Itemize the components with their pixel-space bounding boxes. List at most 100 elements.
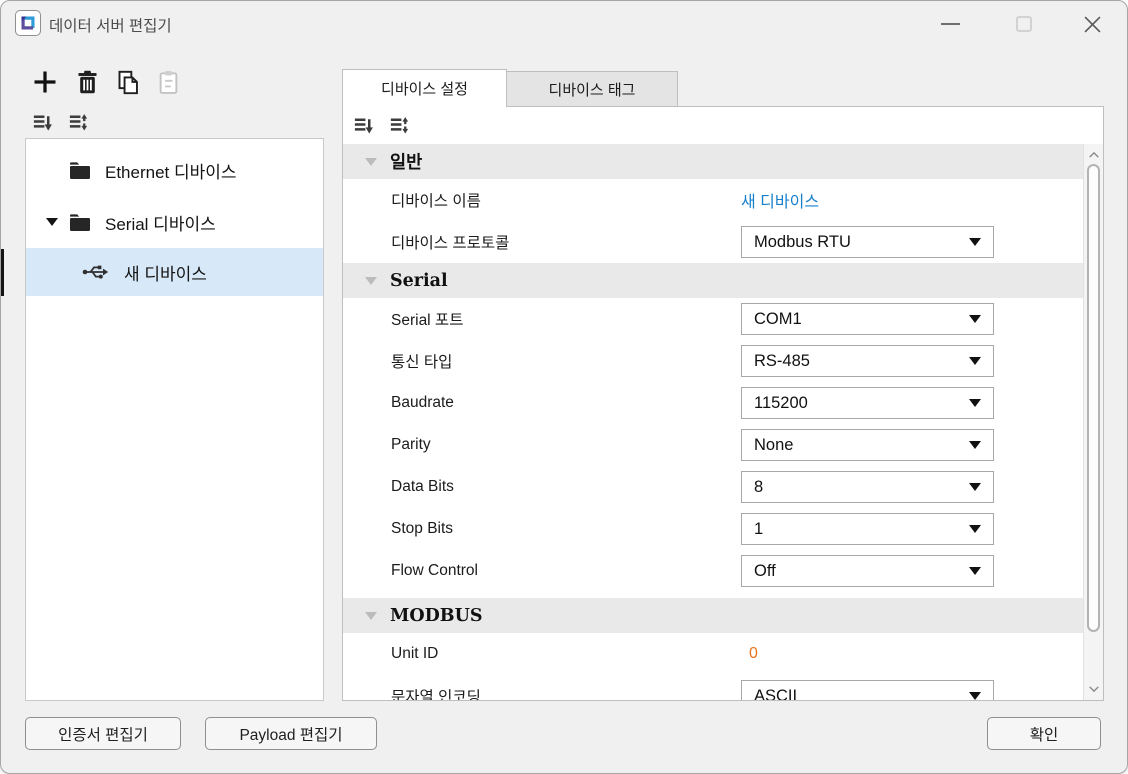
chevron-down-icon	[969, 238, 981, 246]
titlebar[interactable]: 데이터 서버 편집기	[1, 1, 1127, 46]
folder-icon	[69, 161, 91, 180]
chevron-down-icon	[969, 357, 981, 365]
tree-sort-bar	[25, 105, 324, 138]
chevron-down-icon	[969, 315, 981, 323]
copy-icon[interactable]	[113, 67, 143, 97]
payload-editor-button[interactable]: Payload 편집기	[205, 717, 377, 750]
sort-descending-icon[interactable]	[31, 111, 54, 139]
expand-caret-icon[interactable]	[46, 218, 58, 226]
button-label: 인증서 편집기	[58, 723, 148, 745]
section-serial[interactable]: Serial	[343, 263, 1083, 298]
chevron-down-icon	[969, 441, 981, 449]
dropdown-value: 8	[754, 478, 763, 497]
collapse-caret-icon	[365, 277, 377, 285]
tree-item-ethernet-devices[interactable]: Ethernet 디바이스	[26, 144, 323, 196]
device-protocol-dropdown[interactable]: Modbus RTU	[741, 226, 994, 258]
collapse-caret-icon	[365, 612, 377, 620]
chevron-down-icon	[969, 483, 981, 491]
sort-updown-icon[interactable]	[67, 111, 90, 139]
ok-button[interactable]: 확인	[987, 717, 1101, 750]
row-parity: Parity None	[343, 424, 1083, 466]
prop-label: Parity	[391, 436, 431, 454]
dropdown-value: Modbus RTU	[754, 233, 851, 252]
add-icon[interactable]	[30, 67, 60, 97]
flow-control-dropdown[interactable]: Off	[741, 555, 994, 587]
tree-item-label: Ethernet 디바이스	[105, 158, 237, 183]
vertical-scrollbar	[1083, 144, 1103, 700]
stop-bits-dropdown[interactable]: 1	[741, 513, 994, 545]
sort-descending-icon[interactable]	[352, 114, 375, 142]
usb-icon	[82, 262, 109, 282]
section-title: Serial	[390, 271, 448, 291]
row-flow-control: Flow Control Off	[343, 550, 1083, 592]
dropdown-value: 115200	[754, 394, 808, 413]
row-baudrate: Baudrate 115200	[343, 382, 1083, 424]
prop-label: Serial 포트	[391, 308, 463, 330]
baudrate-dropdown[interactable]: 115200	[741, 387, 994, 419]
dropdown-value: None	[754, 436, 793, 455]
section-general[interactable]: 일반	[343, 144, 1083, 179]
scroll-up-icon[interactable]	[1084, 146, 1104, 164]
row-serial-port: Serial 포트 COM1	[343, 298, 1083, 340]
tab-device-tags[interactable]: 디바이스 태그	[506, 71, 678, 107]
device-name-value[interactable]: 새 디바이스	[741, 188, 819, 212]
selection-edge-marker	[1, 249, 4, 296]
chevron-down-icon	[969, 399, 981, 407]
prop-label: 문자열 인코딩	[391, 685, 481, 700]
row-unit-id: Unit ID 0	[343, 633, 1083, 675]
data-server-editor-window: 데이터 서버 편집기	[0, 0, 1128, 774]
certificate-editor-button[interactable]: 인증서 편집기	[25, 717, 181, 750]
tree-item-serial-devices[interactable]: Serial 디바이스	[26, 196, 323, 248]
row-device-protocol: 디바이스 프로토콜 Modbus RTU	[343, 221, 1083, 263]
prop-label: 디바이스 프로토콜	[391, 231, 509, 253]
property-sort-bar	[343, 107, 1103, 144]
dropdown-value: 1	[754, 520, 763, 539]
dropdown-value: ASCII	[754, 687, 797, 701]
prop-label: Stop Bits	[391, 520, 453, 538]
tree-item-label: Serial 디바이스	[105, 210, 216, 235]
sort-updown-icon[interactable]	[388, 114, 411, 142]
row-comm-type: 통신 타입 RS-485	[343, 340, 1083, 382]
parity-dropdown[interactable]: None	[741, 429, 994, 461]
prop-label: Baudrate	[391, 394, 454, 412]
tab-device-settings[interactable]: 디바이스 설정	[342, 69, 507, 107]
serial-port-dropdown[interactable]: COM1	[741, 303, 994, 335]
property-panel: 일반 디바이스 이름 새 디바이스 디바이스 프로토콜 Modbus RTU S…	[342, 106, 1104, 701]
section-title: 일반	[390, 149, 422, 174]
minimize-icon[interactable]	[933, 11, 967, 37]
section-modbus[interactable]: MODBUS	[343, 598, 1083, 633]
scroll-down-icon[interactable]	[1084, 680, 1104, 698]
section-title: MODBUS	[390, 606, 482, 626]
collapse-caret-icon	[365, 158, 377, 166]
tree-item-new-device[interactable]: 새 디바이스	[26, 248, 323, 296]
chevron-down-icon	[969, 525, 981, 533]
scrollbar-thumb[interactable]	[1087, 164, 1100, 632]
window-title: 데이터 서버 편집기	[49, 14, 172, 36]
button-label: Payload 편집기	[239, 723, 342, 745]
device-tree: Ethernet 디바이스 Serial 디바이스	[25, 138, 324, 701]
unit-id-value[interactable]: 0	[741, 645, 758, 663]
tab-label: 디바이스 태그	[549, 79, 636, 100]
chevron-down-icon	[969, 567, 981, 575]
string-encoding-dropdown[interactable]: ASCII	[741, 680, 994, 700]
comm-type-dropdown[interactable]: RS-485	[741, 345, 994, 377]
app-logo-icon	[15, 10, 41, 36]
maximize-icon[interactable]	[1007, 11, 1041, 37]
prop-label: Flow Control	[391, 562, 478, 580]
prop-label: 디바이스 이름	[391, 189, 481, 211]
property-grid: 일반 디바이스 이름 새 디바이스 디바이스 프로토콜 Modbus RTU S…	[343, 144, 1083, 700]
data-bits-dropdown[interactable]: 8	[741, 471, 994, 503]
close-icon[interactable]	[1075, 9, 1109, 39]
trash-icon[interactable]	[72, 67, 102, 97]
button-label: 확인	[1030, 723, 1059, 745]
tree-item-label: 새 디바이스	[124, 260, 207, 285]
row-data-bits: Data Bits 8	[343, 466, 1083, 508]
dropdown-value: COM1	[754, 310, 802, 329]
dropdown-value: Off	[754, 562, 776, 581]
tab-label: 디바이스 설정	[381, 78, 468, 99]
row-device-name: 디바이스 이름 새 디바이스	[343, 179, 1083, 221]
row-stop-bits: Stop Bits 1	[343, 508, 1083, 550]
paste-icon[interactable]	[153, 67, 183, 97]
prop-label: 통신 타입	[391, 350, 452, 372]
dropdown-value: RS-485	[754, 352, 810, 371]
